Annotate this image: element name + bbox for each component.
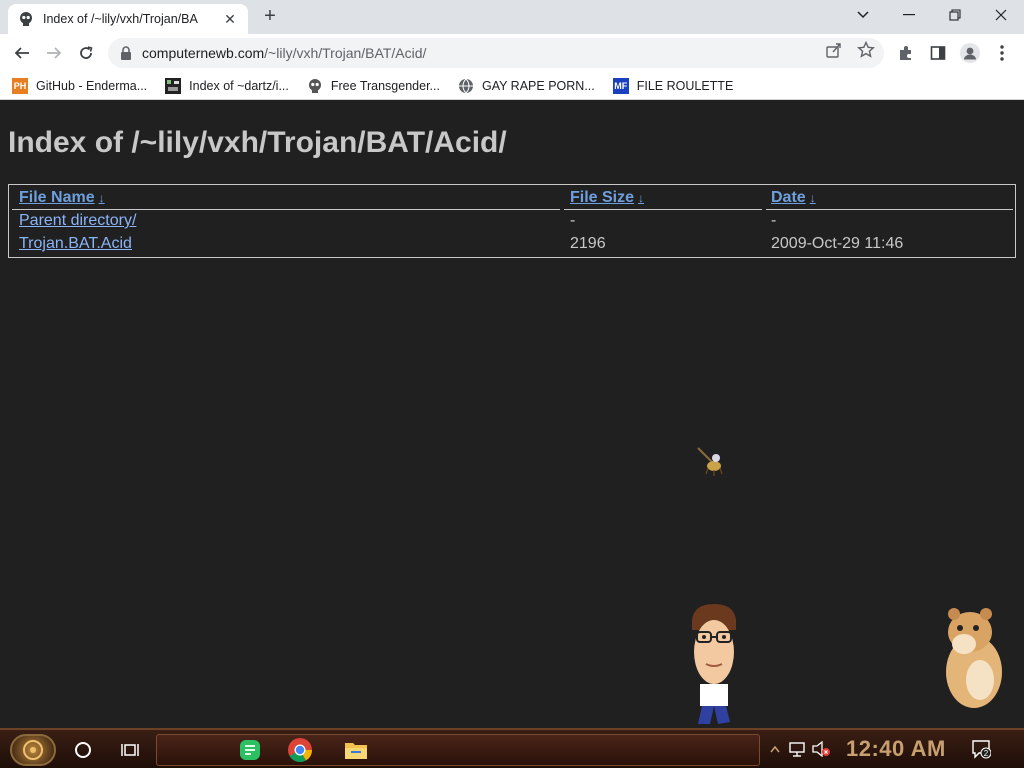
globe-icon xyxy=(458,78,473,94)
url-path: /~lily/vxh/Trojan/BAT/Acid/ xyxy=(264,45,427,61)
bookmark-label: Index of ~dartz/i... xyxy=(189,78,289,93)
notification-icon: 2 xyxy=(972,740,991,759)
side-panel-button[interactable] xyxy=(928,43,948,63)
skull-icon xyxy=(308,78,321,93)
sort-by-name-link[interactable]: File Name xyxy=(19,189,95,206)
network-icon xyxy=(789,742,805,757)
network-tray-button[interactable] xyxy=(786,738,808,760)
new-tab-button[interactable]: + xyxy=(258,6,282,28)
cartoon-man-sprite-icon xyxy=(692,604,736,724)
bookmark-star-icon[interactable] xyxy=(857,41,875,59)
volume-muted-icon xyxy=(812,741,830,757)
sort-arrow-icon[interactable]: ↓ xyxy=(99,191,105,205)
mft-icon: MF xyxy=(612,77,629,94)
tab-search-button[interactable] xyxy=(840,0,886,30)
bookmark-label: Free Transgender... xyxy=(330,78,440,93)
notes-app-icon xyxy=(240,740,260,760)
back-arrow-icon xyxy=(14,47,29,59)
start-button[interactable] xyxy=(10,734,56,766)
bookmark-file-roulette[interactable]: MF FILE ROULETTE xyxy=(612,77,734,94)
task-view-button[interactable] xyxy=(116,736,144,764)
taskbar-notes-app[interactable] xyxy=(236,736,264,764)
url-host: computernewb.com xyxy=(142,45,265,61)
back-button[interactable] xyxy=(8,39,36,67)
tab-title: Index of /~lily/vxh/Trojan/BA xyxy=(43,12,198,26)
pixel-icon xyxy=(165,77,182,94)
sort-by-date-link[interactable]: Date xyxy=(771,189,806,206)
taskbar: 12:40 AM 2 xyxy=(0,728,1024,768)
table-header: File Name ↓ File Size ↓ Date ↓ xyxy=(9,187,1015,210)
cortana-button[interactable] xyxy=(69,736,97,764)
sort-arrow-icon[interactable]: ↓ xyxy=(810,191,816,205)
tab-strip: Index of /~lily/vxh/Trojan/BA ✕ + xyxy=(0,0,1024,34)
lock-icon xyxy=(121,46,131,60)
bookmark-label: GitHub - Enderma... xyxy=(36,78,148,93)
bookmarks-bar: PH GitHub - Enderma... Index of ~dartz/i… xyxy=(0,72,1024,100)
show-hidden-icons-button[interactable] xyxy=(764,738,786,760)
task-view-icon xyxy=(121,744,139,756)
browser-toolbar: computernewb.com/~lily/vxh/Trojan/BAT/Ac… xyxy=(0,34,1024,72)
action-center-button[interactable]: 2 xyxy=(970,738,992,760)
page-content: Index of /~lily/vxh/Trojan/BAT/Acid/ Fil… xyxy=(0,104,1024,728)
page-title: Index of /~lily/vxh/Trojan/BAT/Acid/ xyxy=(8,126,507,159)
chrome-icon xyxy=(288,738,312,763)
forward-arrow-icon xyxy=(47,47,62,59)
restore-button[interactable] xyxy=(932,0,978,30)
cortana-circle-icon xyxy=(75,742,91,758)
bookmark-gay-rape[interactable]: GAY RAPE PORN... xyxy=(458,78,595,94)
parent-directory-link[interactable]: Parent directory/ xyxy=(19,212,136,229)
table-row: Parent directory/ - - xyxy=(9,210,1015,232)
file-date-cell: 2009-Oct-29 11:46 xyxy=(771,235,904,252)
kebab-menu-icon xyxy=(1000,45,1004,61)
column-header-file-name[interactable]: File Name ↓ xyxy=(19,189,105,207)
hamster-sprite-icon xyxy=(946,608,1002,708)
bookmark-index-dartz[interactable]: Index of ~dartz/i... xyxy=(165,77,289,94)
side-panel-icon xyxy=(930,46,946,60)
ph-icon: PH xyxy=(12,77,28,94)
minimize-icon xyxy=(903,14,915,16)
bee-sprite-icon xyxy=(697,447,723,476)
sort-arrow-icon[interactable]: ↓ xyxy=(638,191,644,205)
chevron-down-icon xyxy=(857,11,869,19)
extensions-button[interactable] xyxy=(896,43,916,63)
file-size-cell: - xyxy=(570,212,576,229)
sort-by-size-link[interactable]: File Size xyxy=(570,189,634,206)
close-window-button[interactable] xyxy=(978,0,1024,30)
bookmark-free-transgender[interactable]: Free Transgender... xyxy=(307,78,440,94)
bookmark-label: FILE ROULETTE xyxy=(636,78,734,93)
steampunk-gear-icon xyxy=(23,740,43,760)
column-header-date[interactable]: Date ↓ xyxy=(771,189,816,207)
bookmark-github[interactable]: PH GitHub - Enderma... xyxy=(12,77,148,94)
close-icon xyxy=(995,9,1007,21)
menu-button[interactable] xyxy=(992,43,1012,63)
profile-button[interactable] xyxy=(960,43,980,63)
folder-icon xyxy=(345,743,367,759)
taskbar-chrome-app[interactable] xyxy=(286,736,314,764)
reload-icon xyxy=(80,46,93,59)
chevron-up-icon xyxy=(770,745,780,753)
tab-close-icon[interactable]: ✕ xyxy=(222,11,238,28)
table-row: Trojan.BAT.Acid 2196 2009-Oct-29 11:46 xyxy=(9,233,1015,255)
avatar-icon xyxy=(960,43,980,63)
file-listing-table: File Name ↓ File Size ↓ Date ↓ Parent direc… xyxy=(8,184,1016,258)
browser-tab[interactable]: Index of /~lily/vxh/Trojan/BA ✕ xyxy=(8,4,248,34)
address-bar[interactable]: computernewb.com/~lily/vxh/Trojan/BAT/Ac… xyxy=(108,38,884,68)
notification-count: 2 xyxy=(984,749,989,758)
column-header-file-size[interactable]: File Size ↓ xyxy=(570,189,644,207)
file-size-cell: 2196 xyxy=(570,235,606,252)
bookmark-label: GAY RAPE PORN... xyxy=(481,78,595,93)
share-icon[interactable] xyxy=(825,41,843,59)
forward-button[interactable] xyxy=(40,39,68,67)
volume-tray-button[interactable] xyxy=(810,738,832,760)
taskbar-clock[interactable]: 12:40 AM xyxy=(846,736,946,762)
taskbar-file-explorer-app[interactable] xyxy=(342,736,370,764)
skull-favicon-icon xyxy=(20,12,32,26)
puzzle-icon xyxy=(900,46,911,60)
file-date-cell: - xyxy=(771,212,777,229)
minimize-button[interactable] xyxy=(886,0,932,30)
file-link[interactable]: Trojan.BAT.Acid xyxy=(19,235,132,252)
restore-icon xyxy=(949,9,961,21)
reload-button[interactable] xyxy=(72,39,100,67)
